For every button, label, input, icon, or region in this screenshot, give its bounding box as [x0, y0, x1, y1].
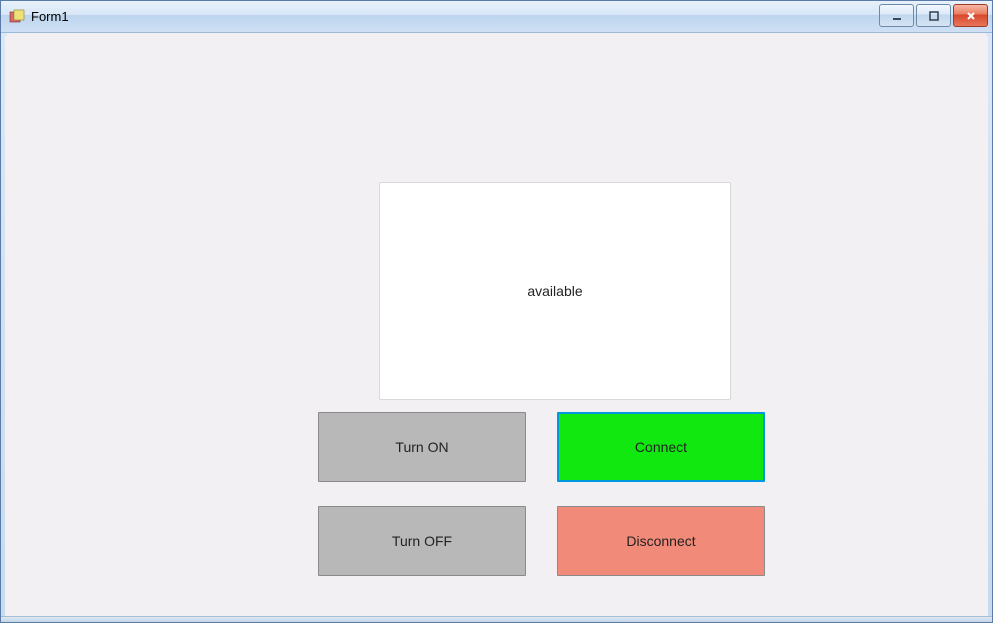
- minimize-button[interactable]: [879, 4, 914, 27]
- turn-on-button[interactable]: Turn ON: [318, 412, 526, 482]
- disconnect-label: Disconnect: [626, 533, 695, 549]
- maximize-button[interactable]: [916, 4, 951, 27]
- connect-label: Connect: [635, 439, 687, 455]
- close-button[interactable]: [953, 4, 988, 27]
- window-frame: Form1 available Turn ON Connect: [0, 0, 993, 623]
- client-area: available Turn ON Connect Turn OFF Disco…: [5, 36, 988, 618]
- status-panel: available: [379, 182, 731, 400]
- titlebar[interactable]: Form1: [1, 1, 992, 33]
- window-controls: [879, 4, 988, 27]
- disconnect-button[interactable]: Disconnect: [557, 506, 765, 576]
- turn-on-label: Turn ON: [395, 439, 448, 455]
- app-icon: [9, 9, 25, 25]
- status-label: available: [527, 283, 582, 299]
- connect-button[interactable]: Connect: [557, 412, 765, 482]
- turn-off-label: Turn OFF: [392, 533, 452, 549]
- frame-bottom: [1, 616, 992, 622]
- turn-off-button[interactable]: Turn OFF: [318, 506, 526, 576]
- window-title: Form1: [31, 9, 69, 24]
